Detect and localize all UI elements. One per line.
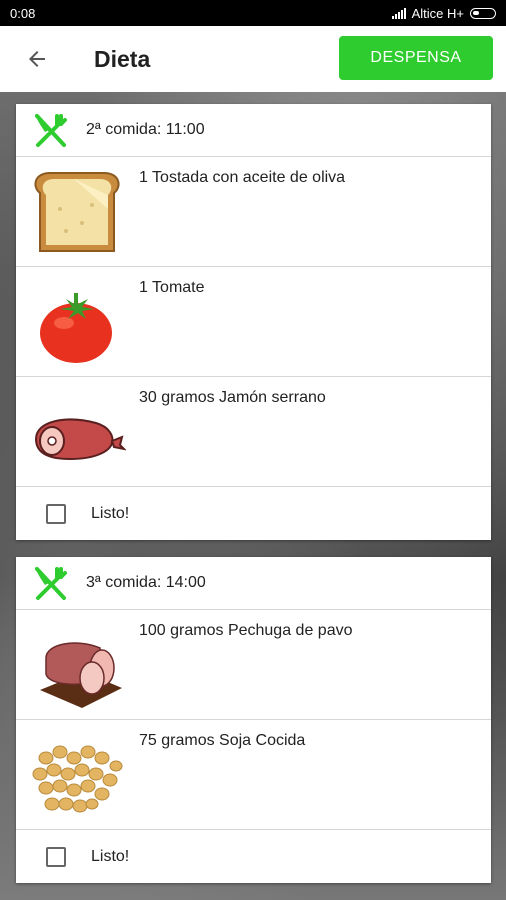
back-arrow-icon: [29, 51, 45, 67]
done-label: Listo!: [91, 847, 130, 865]
food-row[interactable]: 1 Tomate: [16, 267, 491, 377]
status-carrier: Altice H+: [411, 5, 464, 21]
food-label: 1 Tostada con aceite de oliva: [139, 169, 346, 186]
ham-icon: [34, 418, 126, 461]
food-row[interactable]: 75 gramos Soja Cocida: [16, 720, 491, 830]
food-label: 30 gramos Jamón serrano: [139, 389, 326, 406]
done-checkbox[interactable]: [46, 846, 66, 867]
tomato-icon: [40, 293, 112, 363]
food-row[interactable]: 100 gramos Pechuga de pavo: [16, 610, 491, 720]
fork-knife-icon: [16, 110, 86, 150]
food-row[interactable]: 1 Tostada con aceite de oliva: [16, 157, 491, 267]
toast-icon: [34, 172, 120, 252]
status-time: 0:08: [10, 5, 36, 21]
meal-header: 3ª comida: 14:00: [16, 557, 491, 610]
food-label: 1 Tomate: [139, 279, 205, 296]
meal-card: 2ª comida: 11:00 1 Tostada con aceite de…: [16, 104, 491, 540]
signal-icon: [391, 7, 406, 19]
meal-title: 2ª comida: 11:00: [86, 121, 205, 138]
food-label: 75 gramos Soja Cocida: [139, 732, 306, 749]
meal-title: 3ª comida: 14:00: [86, 574, 206, 591]
done-checkbox[interactable]: [46, 503, 66, 524]
back-button[interactable]: [0, 26, 74, 92]
done-label: Listo!: [91, 504, 130, 522]
status-bar: 0:08 Altice H+: [0, 0, 506, 26]
battery-icon: [470, 7, 496, 19]
done-row: Listo!: [16, 830, 491, 883]
page-title: Dieta: [94, 45, 151, 72]
soybeans-icon: [32, 745, 123, 813]
fork-knife-icon: [16, 563, 86, 603]
meal-header: 2ª comida: 11:00: [16, 104, 491, 157]
turkey-breast-icon: [40, 642, 122, 708]
food-label: 100 gramos Pechuga de pavo: [139, 622, 353, 639]
meal-card: 3ª comida: 14:00 100 gramos Pechuga de p…: [16, 557, 491, 883]
done-row: Listo!: [16, 487, 491, 540]
food-row[interactable]: 30 gramos Jamón serrano: [16, 377, 491, 487]
despensa-button[interactable]: DESPENSA: [339, 36, 493, 80]
app-bar: Dieta DESPENSA: [0, 26, 506, 92]
